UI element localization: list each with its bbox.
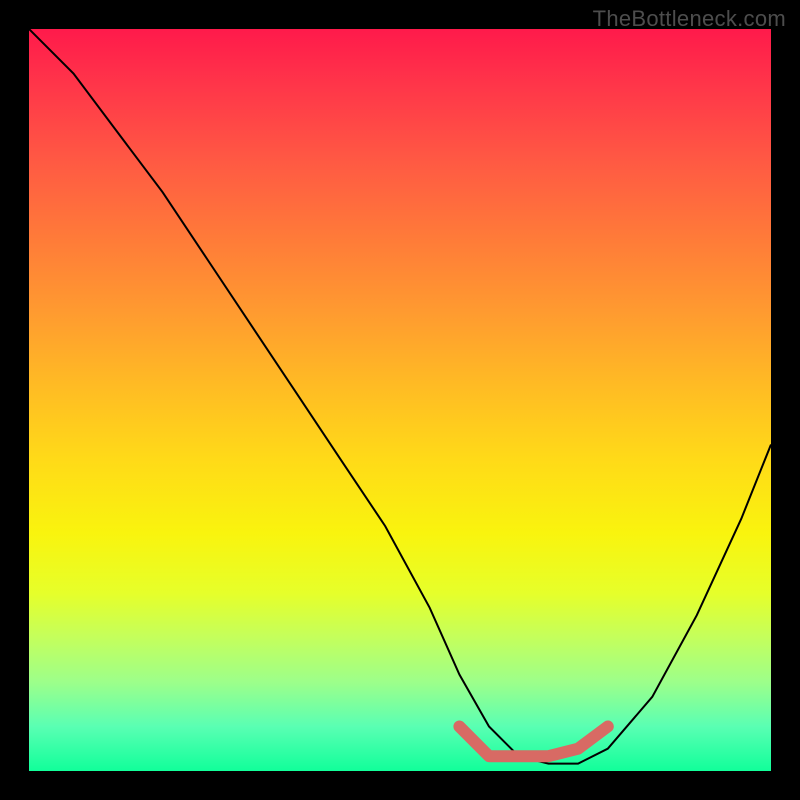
chart-plot-area: [29, 29, 771, 771]
chart-svg: [29, 29, 771, 771]
watermark-text: TheBottleneck.com: [593, 6, 786, 32]
optimal-zone-marker: [459, 727, 607, 757]
bottleneck-curve: [29, 29, 771, 764]
